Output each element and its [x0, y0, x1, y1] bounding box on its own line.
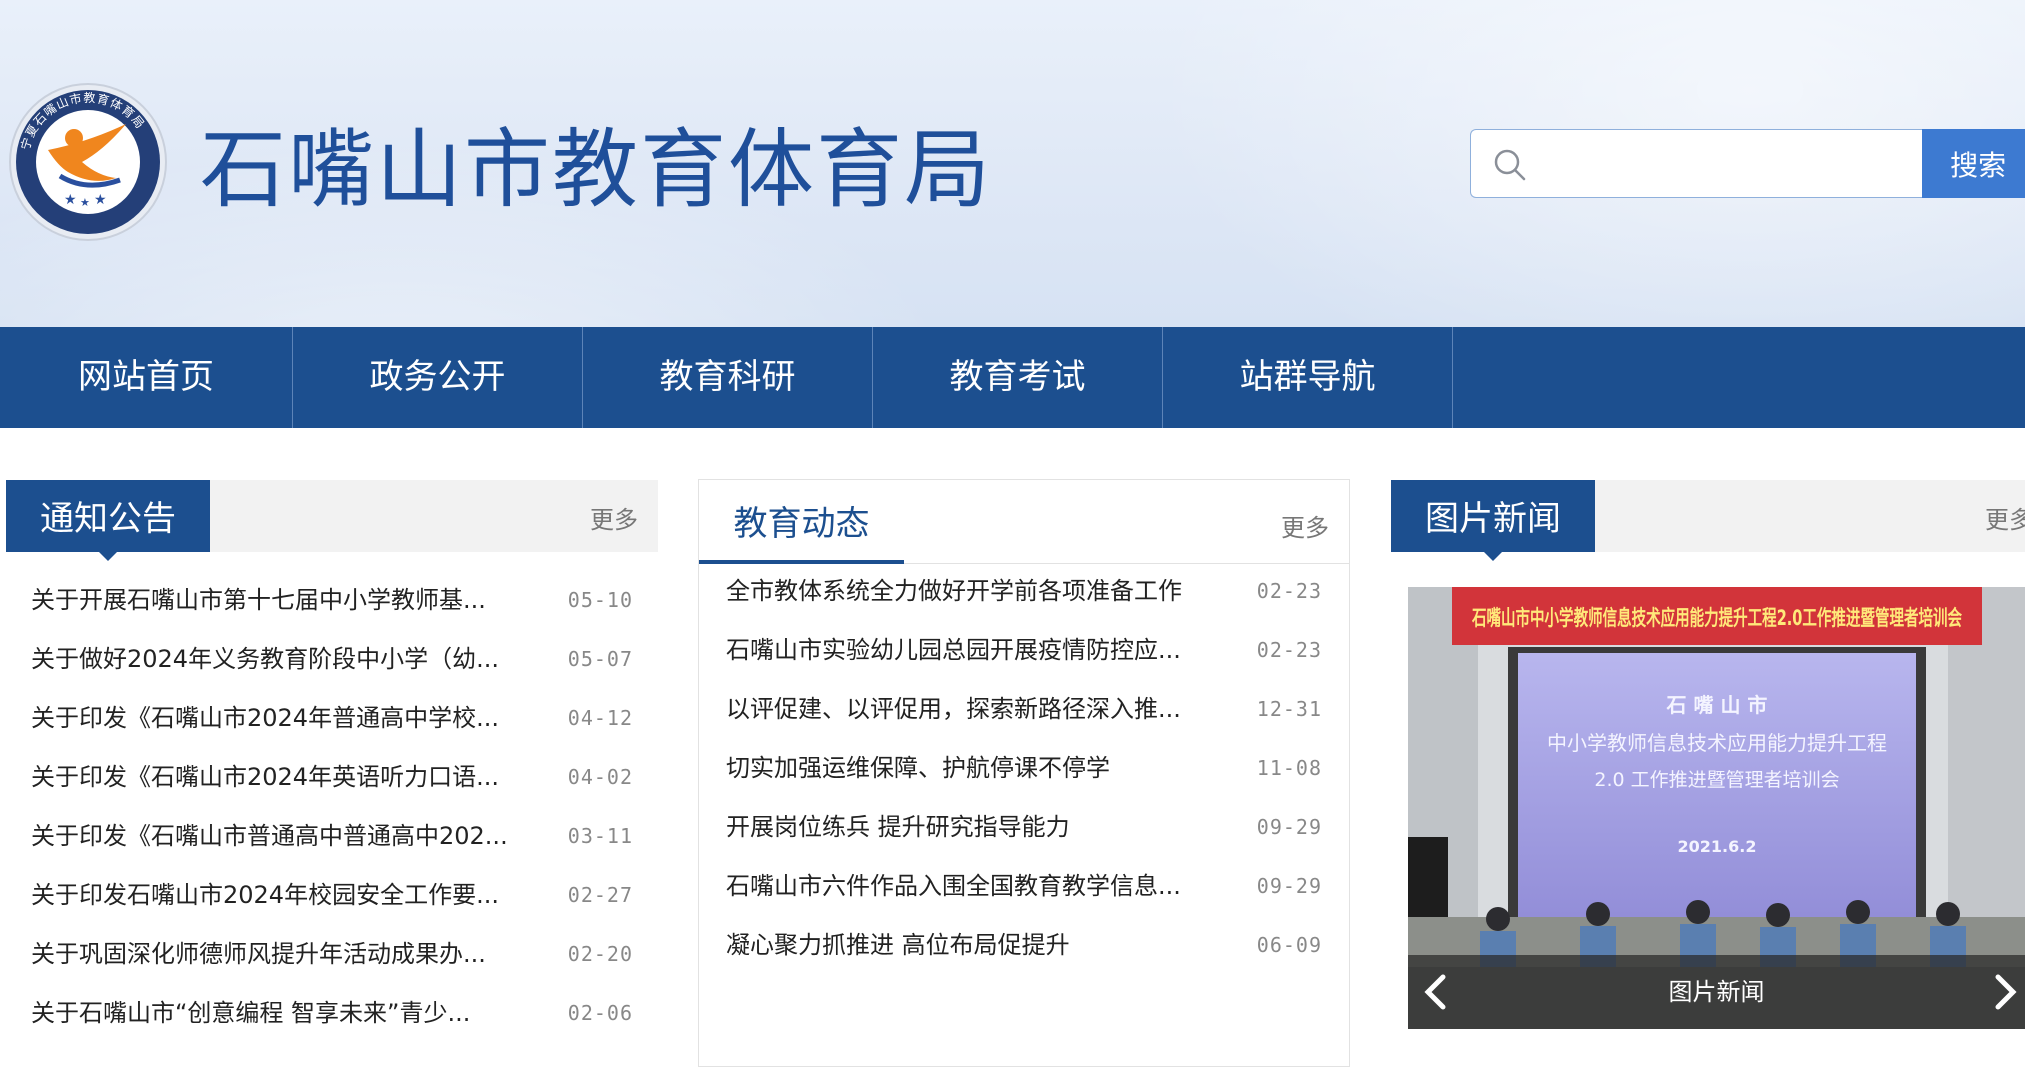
search-box: 搜索: [1470, 129, 2025, 198]
site-logo[interactable]: 宁夏石嘴山市教育体育局 ★ ★ ★: [8, 80, 168, 244]
svg-text:★: ★: [94, 192, 107, 208]
photo-caption: 图片新闻: [1408, 955, 2025, 1029]
banner-text: 石嘴山市中小学教师信息技术应用能力提升工程2.0工作推进暨管理者培训会: [1471, 606, 1962, 630]
nav-item-education-exams[interactable]: 教育考试: [873, 327, 1163, 428]
news-item[interactable]: 石嘴山市六件作品入围全国教育教学信息... 09-29: [726, 857, 1322, 916]
notice-item[interactable]: 关于巩固深化师德师风提升年活动成果办... 02-20: [31, 925, 633, 984]
photo-news-tab[interactable]: 图片新闻: [1391, 480, 1595, 561]
edu-news-tab[interactable]: 教育动态: [699, 480, 904, 564]
search-input[interactable]: [1541, 140, 1915, 188]
search-icon: [1494, 149, 1526, 181]
notice-item[interactable]: 关于石嘴山市“创意编程 智享未来”青少... 02-06: [31, 984, 633, 1043]
svg-text:★: ★: [80, 196, 90, 209]
screen-line: 石 嘴 山 市: [1666, 693, 1768, 717]
nav-item-site-navigation[interactable]: 站群导航: [1163, 327, 1453, 428]
tab-pointer: [1484, 552, 1502, 561]
news-item[interactable]: 石嘴山市实验幼儿园总园开展疫情防控应... 02-23: [726, 621, 1322, 680]
notice-item[interactable]: 关于印发《石嘴山市普通高中普通高中202... 03-11: [31, 807, 633, 866]
search-button[interactable]: 搜索: [1922, 129, 2025, 198]
news-item[interactable]: 开展岗位练兵 提升研究指导能力 09-29: [726, 798, 1322, 857]
notices-tab[interactable]: 通知公告: [6, 480, 210, 561]
site-title: 石嘴山市教育体育局: [200, 120, 992, 220]
nav-item-government-affairs[interactable]: 政务公开: [293, 327, 583, 428]
news-item[interactable]: 以评促建、以评促用，探索新路径深入推... 12-31: [726, 680, 1322, 739]
photo-news-header: 图片新闻 更多: [1391, 480, 2025, 561]
notice-item[interactable]: 关于做好2024年义务教育阶段中小学（幼... 05-07: [31, 630, 633, 689]
screen-line: 2021.6.2: [1678, 837, 1757, 856]
main-nav: 网站首页 政务公开 教育科研 教育考试 站群导航: [0, 327, 2025, 428]
notice-item[interactable]: 关于印发《石嘴山市2024年普通高中学校... 04-12: [31, 689, 633, 748]
news-item[interactable]: 切实加强运维保障、护航停课不停学 11-08: [726, 739, 1322, 798]
screen-line: 2.0 工作推进暨管理者培训会: [1594, 769, 1839, 791]
next-arrow-icon[interactable]: [1985, 969, 2025, 1015]
notice-item[interactable]: 关于印发石嘴山市2024年校园安全工作要... 02-27: [31, 866, 633, 925]
news-item[interactable]: 全市教体系统全力做好开学前各项准备工作 02-23: [726, 562, 1322, 621]
photo-news-carousel[interactable]: 石嘴山市中小学教师信息技术应用能力提升工程2.0工作推进暨管理者培训会 石 嘴 …: [1408, 587, 2025, 1029]
tab-pointer: [99, 552, 117, 561]
notice-item[interactable]: 关于印发《石嘴山市2024年英语听力口语... 04-02: [31, 748, 633, 807]
edu-news-panel: 教育动态 更多 全市教体系统全力做好开学前各项准备工作 02-23 石嘴山市实验幼…: [698, 479, 1350, 1067]
edu-news-list: 全市教体系统全力做好开学前各项准备工作 02-23 石嘴山市实验幼儿园总园开展疫情…: [726, 562, 1322, 975]
photo-news-more-link[interactable]: 更多: [1985, 500, 2025, 535]
notices-more-link[interactable]: 更多: [590, 500, 638, 535]
svg-text:★: ★: [64, 192, 77, 208]
notices-title: 通知公告: [40, 499, 176, 539]
nav-item-home[interactable]: 网站首页: [0, 327, 293, 428]
site-header: 宁夏石嘴山市教育体育局 ★ ★ ★ 石嘴山市教育体育局 搜索: [0, 0, 2025, 327]
screen-line: 中小学教师信息技术应用能力提升工程: [1547, 731, 1887, 755]
photo-news-title: 图片新闻: [1425, 499, 1561, 539]
notice-item[interactable]: 关于开展石嘴山市第十七届中小学教师基... 05-10: [31, 571, 633, 630]
edu-news-header: 教育动态 更多: [699, 480, 1349, 564]
notices-list: 关于开展石嘴山市第十七届中小学教师基... 05-10 关于做好2024年义务教育…: [31, 571, 633, 1043]
edu-news-more-link[interactable]: 更多: [1281, 508, 1329, 543]
prev-arrow-icon[interactable]: [1416, 969, 1456, 1015]
search-field: [1470, 129, 1923, 198]
nav-item-education-research[interactable]: 教育科研: [583, 327, 873, 428]
news-item[interactable]: 凝心聚力抓推进 高位布局促提升 06-09: [726, 916, 1322, 975]
notices-header: 通知公告 更多: [6, 480, 658, 561]
